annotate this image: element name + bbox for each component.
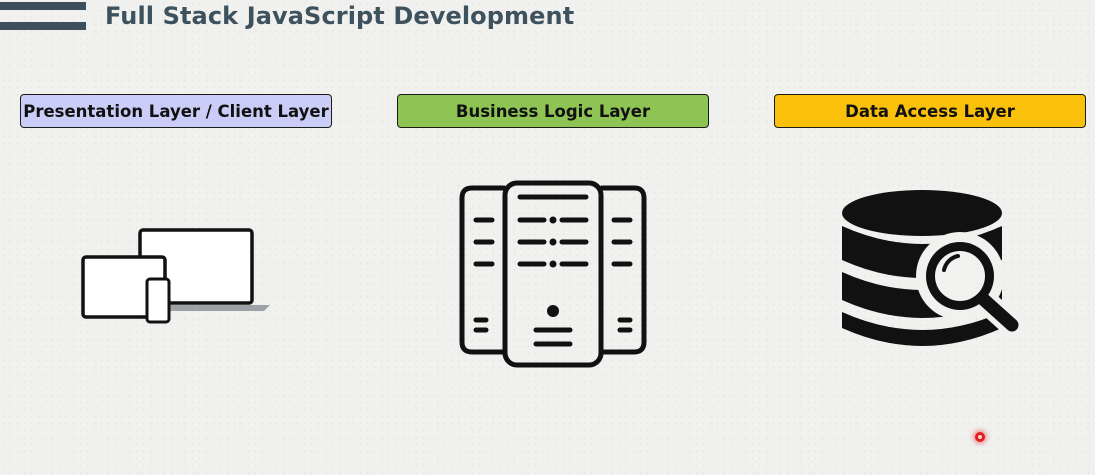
page-title: Full Stack JavaScript Development	[105, 2, 575, 30]
menu-bar-bottom	[0, 22, 86, 30]
business-logic-layer-label: Business Logic Layer	[397, 94, 709, 128]
server-icon	[458, 180, 648, 368]
database-search-icon	[840, 188, 1025, 358]
presentation-layer-label: Presentation Layer / Client Layer	[20, 94, 332, 128]
menu-bar-top	[0, 2, 86, 10]
data-access-layer-label: Data Access Layer	[774, 94, 1086, 128]
devices-icon	[80, 225, 272, 325]
menu-bars-icon	[0, 2, 86, 32]
laser-pointer-dot	[975, 432, 985, 442]
server-icon-graphic	[459, 180, 647, 368]
database-search-icon-graphic	[842, 190, 1025, 346]
devices-icon-graphic	[81, 228, 270, 324]
